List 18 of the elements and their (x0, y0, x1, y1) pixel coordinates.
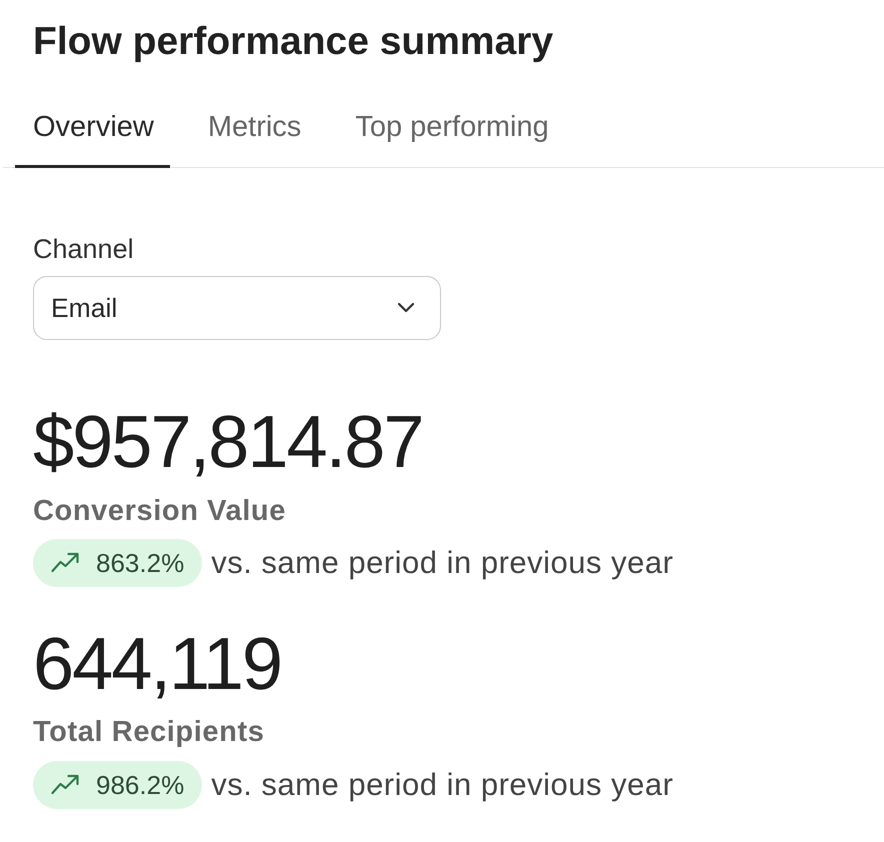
change-percent: 986.2% (96, 770, 184, 800)
channel-dropdown[interactable]: Email (33, 276, 441, 340)
tab[interactable]: Top performing (337, 99, 565, 168)
trend-up-icon (50, 551, 80, 575)
field-label: Channel (33, 234, 135, 264)
metric-label: Conversion Value (33, 494, 287, 528)
metric-value: $957,814.87 (33, 402, 424, 482)
metric-value: 644,119 (33, 624, 282, 704)
tab[interactable]: Metrics (190, 99, 318, 168)
comparison-text: vs. same period in previous year (211, 545, 674, 581)
change-percent: 863.2% (96, 548, 184, 578)
trend-up-icon (50, 773, 80, 797)
dropdown-value: Email (51, 292, 118, 324)
tab[interactable]: Overview (15, 99, 170, 168)
comparison-text: vs. same period in previous year (211, 767, 674, 803)
chevron-down-icon (396, 302, 416, 314)
metric-label: Total Recipients (33, 715, 266, 749)
page-title: Flow performance summary (33, 22, 554, 62)
